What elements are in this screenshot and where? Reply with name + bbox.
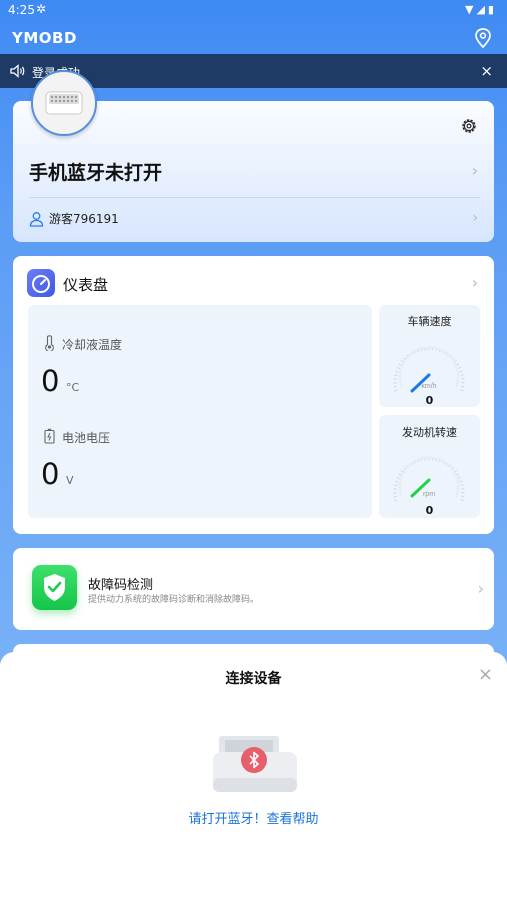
speedometer-icon bbox=[27, 269, 55, 297]
rpm-gauge-dial: rpm bbox=[393, 456, 465, 502]
app-bar: YMOBD bbox=[0, 22, 507, 54]
obd-adapter-icon bbox=[45, 91, 83, 115]
chevron-right-icon[interactable]: › bbox=[478, 579, 484, 598]
sheet-title: 连接设备 bbox=[225, 671, 282, 687]
chevron-right-icon[interactable]: › bbox=[472, 161, 478, 180]
fault-code-card[interactable]: 故障码检测 提供动力系统的故障码诊断和消除故障码。 › bbox=[13, 548, 494, 630]
dashboard-title[interactable]: 仪表盘 bbox=[63, 274, 108, 295]
battery-voltage-label: 电池电压 bbox=[62, 431, 111, 445]
status-time: 4:25 bbox=[8, 3, 35, 17]
bluetooth-state-title[interactable]: 手机蓝牙未打开 bbox=[29, 158, 162, 185]
speaker-icon bbox=[10, 64, 25, 78]
status-bar: 4:25 ✲ ▼◢▮ bbox=[0, 0, 507, 22]
obd-device-avatar bbox=[31, 70, 97, 136]
location-pin-icon[interactable] bbox=[473, 27, 493, 49]
coolant-temp-value: 0 bbox=[41, 364, 60, 398]
thermometer-icon bbox=[45, 335, 54, 351]
dashboard-card: 仪表盘 › 冷却液温度 0 °C 电池电压 0 V 车辆速度 km/h 0 发动… bbox=[13, 256, 494, 534]
username[interactable]: 游客796191 bbox=[49, 210, 119, 227]
battery-voltage-value: 0 bbox=[41, 457, 60, 491]
coolant-temp-unit: °C bbox=[66, 381, 80, 394]
speed-gauge-dial: km/h bbox=[393, 346, 465, 393]
speed-gauge: 车辆速度 km/h 0 bbox=[379, 305, 480, 407]
speed-gauge-unit: km/h bbox=[421, 383, 436, 390]
sheet-close-button[interactable]: × bbox=[478, 664, 493, 685]
rpm-gauge-unit: rpm bbox=[423, 491, 435, 498]
shield-check-icon bbox=[32, 565, 77, 610]
speed-gauge-value: 0 bbox=[425, 394, 434, 407]
settings-gear-icon[interactable] bbox=[460, 117, 478, 135]
connect-device-sheet: 连接设备 × 请打开蓝牙！查看帮助 bbox=[0, 652, 507, 901]
speed-gauge-label: 车辆速度 bbox=[407, 315, 452, 328]
coolant-temp-label: 冷却液温度 bbox=[62, 338, 123, 352]
battery-voltage-unit: V bbox=[66, 474, 74, 487]
readings-panel: 冷却液温度 0 °C 电池电压 0 V bbox=[28, 305, 372, 518]
rpm-gauge: 发动机转速 rpm 0 bbox=[379, 415, 480, 518]
status-icons: ▼◢▮ bbox=[465, 3, 497, 16]
fault-code-title: 故障码检测 bbox=[88, 578, 154, 593]
user-icon bbox=[29, 212, 44, 227]
toast-close-button[interactable]: × bbox=[480, 62, 493, 80]
chevron-right-icon[interactable]: › bbox=[472, 210, 478, 226]
battery-icon bbox=[44, 428, 55, 444]
divider bbox=[29, 197, 480, 198]
app-title: YMOBD bbox=[12, 29, 77, 47]
bluetooth-icon bbox=[241, 747, 267, 773]
fault-code-description: 提供动力系统的故障码诊断和消除故障码。 bbox=[88, 595, 260, 605]
bluetooth-help-link[interactable]: 请打开蓝牙！查看帮助 bbox=[0, 808, 507, 827]
debug-icon: ✲ bbox=[36, 2, 47, 16]
chevron-right-icon[interactable]: › bbox=[472, 273, 478, 292]
rpm-gauge-label: 发动机转速 bbox=[402, 426, 457, 439]
rpm-gauge-value: 0 bbox=[425, 504, 434, 517]
